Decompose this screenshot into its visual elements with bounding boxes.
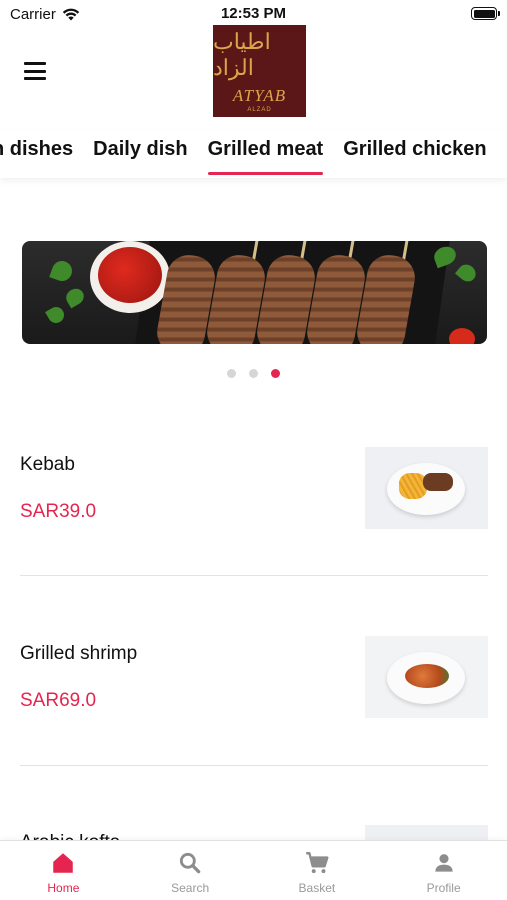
carousel-pagination[interactable]	[0, 369, 507, 378]
plate-image	[387, 652, 465, 704]
item-name: Grilled shrimp	[20, 643, 138, 664]
item-price: SAR39.0	[20, 501, 97, 522]
tabbar-search[interactable]: Search	[127, 841, 254, 900]
carousel-dot[interactable]	[249, 369, 258, 378]
category-tabs-track: n dishes Daily dish Grilled meat Grilled…	[0, 138, 507, 175]
menu-item-grilled-shrimp[interactable]: Grilled shrimp SAR69.0	[20, 636, 488, 718]
tab-daily-dish[interactable]: Daily dish	[93, 138, 187, 175]
item-photo-kebab	[365, 447, 488, 529]
tab-category[interactable]: n dishes	[0, 138, 73, 175]
item-name: Kebab	[20, 454, 75, 475]
sauce-bowl	[90, 241, 170, 313]
banner-herb-left-3	[45, 304, 67, 326]
banner-herb-right-2	[454, 261, 480, 285]
tabbar-label: Profile	[426, 881, 461, 895]
battery-icon	[471, 7, 500, 20]
logo-arabic-text: اطياب الزاد	[213, 29, 271, 81]
bottom-tab-bar: Home Search Basket Profile	[0, 840, 507, 900]
person-icon	[431, 850, 457, 876]
promo-banner[interactable]	[22, 241, 487, 344]
status-time: 12:53 PM	[220, 5, 287, 22]
banner-herb-left	[49, 258, 75, 284]
tabbar-profile[interactable]: Profile	[380, 841, 507, 900]
restaurant-logo: اطياب الزاد ATYAB ALZAD	[213, 25, 306, 117]
list-divider	[20, 575, 488, 576]
category-tabs[interactable]: n dishes Daily dish Grilled meat Grilled…	[0, 130, 507, 178]
tab-grilled-meat[interactable]: Grilled meat	[207, 138, 323, 175]
banner-tomato	[449, 328, 475, 344]
tabbar-label: Search	[171, 881, 210, 895]
plate-image	[387, 463, 465, 515]
tabbar-label: Home	[47, 881, 80, 895]
menu-item-kebab[interactable]: Kebab SAR39.0	[20, 447, 488, 529]
tabbar-label: Basket	[298, 881, 336, 895]
carousel-dot[interactable]	[271, 369, 280, 378]
carousel-dot[interactable]	[227, 369, 236, 378]
item-price: SAR69.0	[20, 690, 97, 711]
tabbar-home[interactable]: Home	[0, 841, 127, 900]
tabbar-basket[interactable]: Basket	[254, 841, 381, 900]
hamburger-menu-icon[interactable]	[24, 62, 46, 80]
logo-subtitle: ALZAD	[247, 106, 272, 113]
tab-grilled-chicken[interactable]: Grilled chicken	[343, 138, 486, 175]
status-bar: Carrier 12:53 PM	[0, 0, 507, 26]
home-icon	[50, 850, 76, 876]
banner-herb-left-2	[63, 285, 87, 309]
logo-name: ATYAB	[232, 85, 287, 105]
item-photo-grilled-shrimp	[365, 636, 488, 718]
list-divider	[20, 765, 488, 766]
search-icon	[177, 850, 203, 876]
cart-icon	[304, 850, 330, 876]
